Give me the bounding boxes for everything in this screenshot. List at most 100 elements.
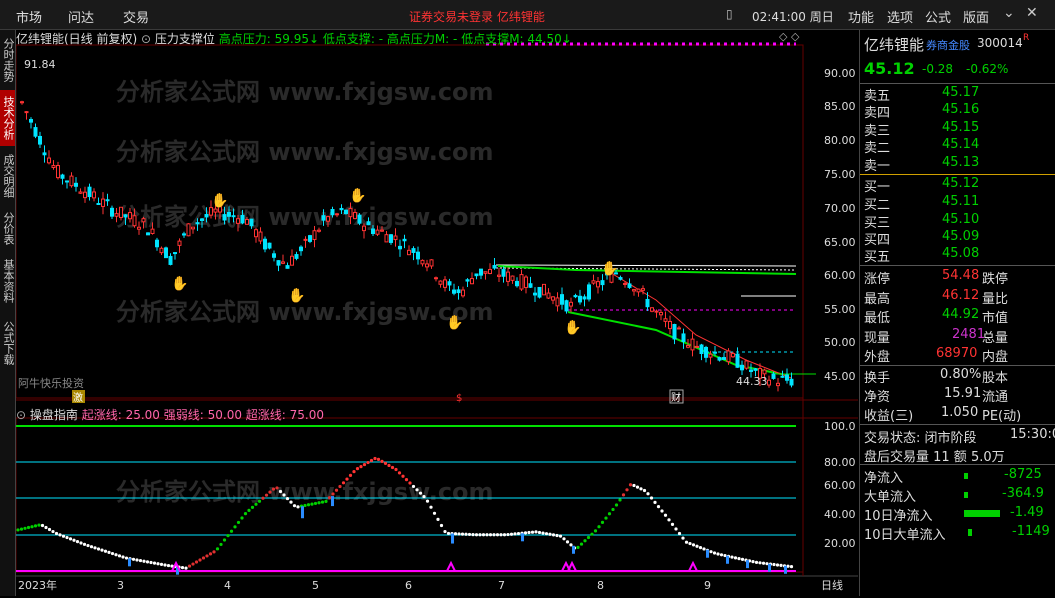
osc-point (23, 526, 27, 530)
stat-row: 现量 2481 总量 (864, 327, 1009, 346)
left-tab-bar: 分时走势 技术分析 成交明细 分价表 基本资料 公式下载 (0, 30, 16, 596)
candle-body (650, 307, 654, 312)
candle-body (281, 261, 285, 264)
osc-point (513, 532, 517, 536)
x-label: 8 (597, 579, 604, 592)
period-label[interactable]: 日线 (821, 578, 843, 592)
ask-row[interactable]: 卖四 45.16 (864, 102, 1054, 121)
candle-body (623, 282, 627, 285)
candle-body (785, 374, 789, 381)
candle-body (713, 351, 717, 354)
osc-point (317, 501, 321, 505)
tab-trades[interactable]: 成交明细 (0, 148, 15, 204)
stock-tag[interactable]: 券商金股 (926, 37, 970, 53)
menu-trade[interactable]: 交易 (123, 7, 149, 26)
osc-point (411, 484, 416, 489)
ask-row[interactable]: 卖一 45.13 (864, 155, 1054, 174)
tab-technical[interactable]: 技术分析 (0, 90, 15, 146)
osc-point (191, 562, 195, 566)
candle-body (213, 208, 218, 213)
osc-point (369, 458, 374, 463)
candle-body (353, 211, 357, 220)
subchart-lines (16, 425, 796, 572)
candle-body (681, 333, 686, 342)
menu-wenda[interactable]: 问达 (68, 7, 94, 26)
x-label: 7 (498, 579, 505, 592)
osc-point (691, 543, 696, 547)
stat-row: 最高 46.12 量比 (864, 288, 1009, 307)
osc-point (376, 457, 381, 461)
diamond-icon[interactable]: ◇ (779, 30, 787, 43)
bid-row[interactable]: 买一 45.12 (864, 176, 1054, 195)
settings-icon[interactable]: ⊙ (141, 32, 151, 46)
indicator-name[interactable]: 压力支撑位 (155, 32, 215, 46)
ask-row[interactable]: 卖二 45.14 (864, 137, 1054, 156)
menu-layout[interactable]: 版面 (963, 7, 989, 26)
osc-point (576, 545, 580, 549)
candle-body (330, 209, 335, 216)
candle-body (150, 228, 155, 234)
candle-body (348, 208, 353, 218)
osc-point (100, 548, 104, 552)
candle-body (465, 279, 470, 282)
osc-point (257, 499, 262, 503)
candle-body (528, 283, 533, 288)
osc-point (453, 532, 458, 536)
tab-basic-info[interactable]: 基本资料 (0, 252, 15, 310)
login-notice[interactable]: 证券交易未登录 亿纬锂能 (409, 8, 545, 25)
candle-body (492, 265, 497, 269)
tab-intraday[interactable]: 分时走势 (0, 32, 15, 88)
candle-body (740, 364, 744, 371)
close-icon[interactable]: ✕ (1026, 5, 1038, 21)
subchart-header: ⊙ 操盘指南 起涨线: 25.00 强弱线: 50.00 超涨线: 75.00 (16, 406, 324, 423)
lock-icon[interactable]: ▯ (726, 7, 733, 21)
osc-point (565, 540, 570, 544)
osc-point (292, 504, 297, 508)
bid-row[interactable]: 买三 45.10 (864, 212, 1054, 231)
clock: 02:41:00 周日 (752, 10, 834, 24)
ask-row[interactable]: 卖五 45.17 (864, 85, 1054, 104)
bid-row[interactable]: 买二 45.11 (864, 194, 1054, 213)
settings-icon[interactable]: ⊙ (16, 408, 26, 422)
osc-point (289, 500, 293, 504)
stock-period-title[interactable]: 亿纬锂能(日线 前复权) (16, 32, 137, 46)
watermark: 分析家公式网 www.fxjgsw.com (116, 138, 494, 166)
tab-price-table[interactable]: 分价表 (0, 206, 15, 250)
stat-row: 外盘 68970 内盘 (864, 346, 1009, 365)
chevron-down-icon[interactable]: ⌄ (1003, 5, 1015, 21)
tab-formula-download[interactable]: 公式下载 (0, 314, 15, 372)
ask-row[interactable]: 卖三 45.15 (864, 120, 1054, 139)
candle-body (555, 297, 560, 307)
osc-spike (567, 560, 577, 572)
subchart-params: 起涨线: 25.00 强弱线: 50.00 超涨线: 75.00 (81, 408, 324, 422)
menu-function[interactable]: 功能 (848, 7, 874, 26)
event-tag[interactable]: 财 (671, 391, 681, 404)
subchart-name[interactable]: 操盘指南 (30, 408, 78, 422)
osc-point (667, 518, 671, 522)
osc-point (758, 561, 762, 565)
menu-options[interactable]: 选项 (887, 7, 913, 26)
bid-row[interactable]: 买四 45.09 (864, 229, 1054, 248)
x-label: 9 (704, 579, 711, 592)
chart-area[interactable]: 分析家公式网 www.fxjgsw.com 分析家公式网 www.fxjgsw.… (16, 30, 858, 596)
candle-body (429, 259, 434, 267)
candle-body (222, 214, 227, 221)
menu-formula[interactable]: 公式 (925, 7, 951, 26)
diamond-icon[interactable]: ◇ (791, 30, 799, 43)
event-tag[interactable]: $ (456, 393, 462, 404)
osc-point (250, 505, 255, 509)
event-tag[interactable]: 激 (73, 391, 83, 404)
candle-body (789, 378, 794, 386)
menu-market[interactable]: 市场 (16, 7, 42, 26)
candle-body (137, 226, 141, 230)
kline-chart[interactable]: 分析家公式网 www.fxjgsw.com 分析家公式网 www.fxjgsw.… (16, 30, 858, 596)
watermark: 分析家公式网 www.fxjgsw.com (116, 478, 494, 506)
candle-body (380, 229, 384, 232)
candle-body (299, 246, 303, 252)
bid-row[interactable]: 买五 45.08 (864, 246, 1054, 265)
osc-point (558, 534, 563, 538)
candle-body (519, 274, 524, 290)
candle-body (290, 255, 294, 266)
candle-body (767, 379, 771, 386)
osc-point (68, 537, 73, 541)
